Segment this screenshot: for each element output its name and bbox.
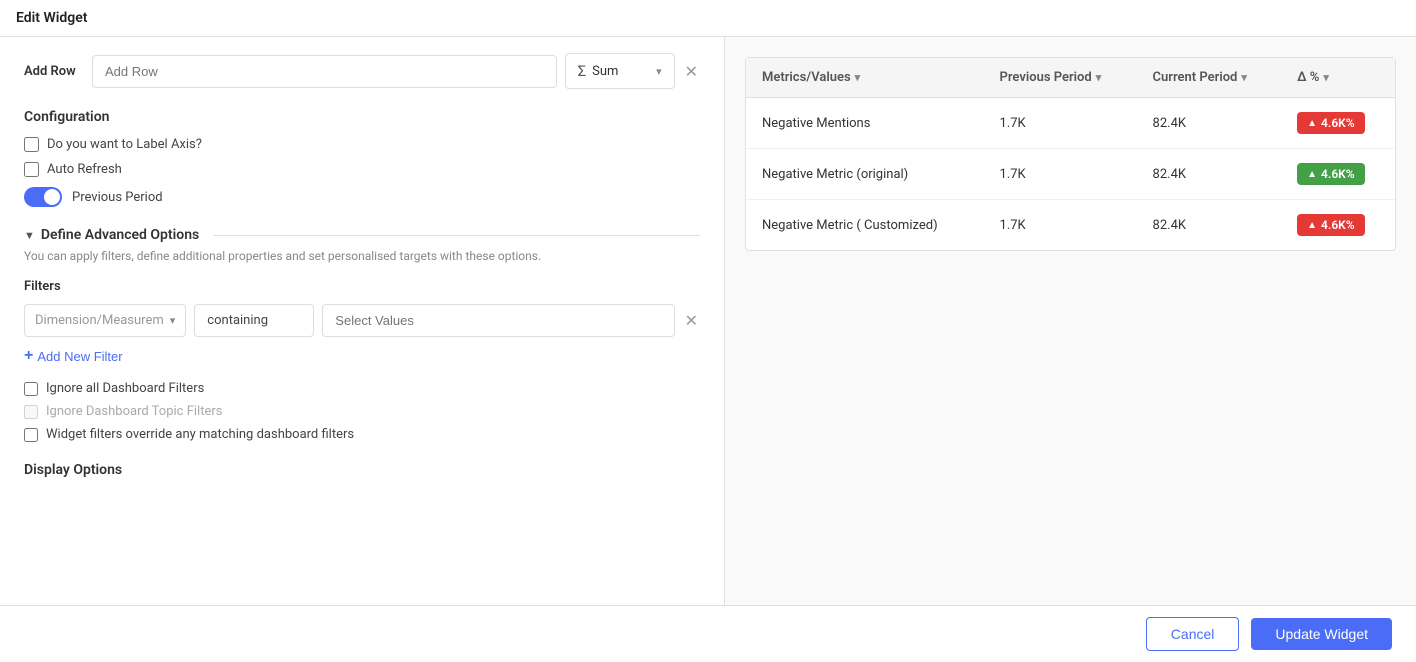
ignore-dashboard-checkbox[interactable] [24,382,38,396]
delta-cell: ▲4.6K% [1281,149,1395,200]
page-title: Edit Widget [0,0,1416,37]
advanced-description: You can apply filters, define additional… [24,249,700,263]
chevron-down-icon[interactable]: ▾ [1241,71,1247,84]
current-cell: 82.4K [1137,149,1282,200]
label-axis-checkbox[interactable] [24,137,39,152]
chevron-down-icon[interactable]: ▾ [1096,71,1102,84]
table-row: Negative Metric (original)1.7K82.4K ▲4.6K… [746,149,1395,200]
configuration-title: Configuration [24,109,700,125]
ignore-topic-label: Ignore Dashboard Topic Filters [46,404,222,419]
display-options-section: Display Options [24,462,700,478]
filter-checkboxes: Ignore all Dashboard Filters Ignore Dash… [24,381,700,442]
plus-icon: + [24,347,33,365]
add-row-input[interactable] [92,55,557,88]
col-current: Current Period ▾ [1137,58,1282,98]
configuration-section: Configuration Do you want to Label Axis?… [24,109,700,207]
add-row-label: Add Row [24,64,84,79]
delta-cell: ▲4.6K% [1281,98,1395,149]
chevron-down-icon: ▾ [170,314,176,327]
dimension-select[interactable]: Dimension/Measurem ▾ [24,304,186,337]
auto-refresh-checkbox[interactable] [24,162,39,177]
col-previous: Previous Period ▾ [984,58,1137,98]
data-table: Metrics/Values ▾ Previous Period ▾ [746,58,1395,250]
current-cell: 82.4K [1137,200,1282,251]
delta-badge: ▲4.6K% [1297,214,1365,236]
arrow-up-icon: ▲ [1307,220,1317,231]
add-new-filter-button[interactable]: + Add New Filter [24,347,123,365]
cancel-button[interactable]: Cancel [1146,617,1240,651]
current-cell: 82.4K [1137,98,1282,149]
filter-row: Dimension/Measurem ▾ containing ✕ [24,304,700,337]
filters-title: Filters [24,279,700,294]
data-table-container: Metrics/Values ▾ Previous Period ▾ [745,57,1396,251]
advanced-title: Define Advanced Options [41,227,199,243]
chevron-down-icon[interactable]: ▾ [1323,71,1329,84]
delta-badge: ▲4.6K% [1297,163,1365,185]
close-icon[interactable]: ✕ [683,60,700,83]
left-panel: Add Row Σ Sum ▾ ✕ Configuration Do you w… [0,37,725,605]
filters-section: Filters Dimension/Measurem ▾ containing … [24,279,700,442]
metric-cell: Negative Mentions [746,98,984,149]
arrow-up-icon: ▲ [1307,169,1317,180]
auto-refresh-label: Auto Refresh [47,162,122,177]
chevron-down-icon: ▼ [24,229,35,242]
col-delta: Δ % ▾ [1281,58,1395,98]
right-panel: Metrics/Values ▾ Previous Period ▾ [725,37,1416,605]
previous-period-toggle[interactable] [24,187,62,207]
table-header-row: Metrics/Values ▾ Previous Period ▾ [746,58,1395,98]
select-values-input[interactable] [322,304,674,337]
ignore-dashboard-label: Ignore all Dashboard Filters [46,381,204,396]
previous-period-label: Previous Period [72,190,163,205]
delta-badge: ▲4.6K% [1297,112,1365,134]
update-widget-button[interactable]: Update Widget [1251,618,1392,650]
table-row: Negative Mentions1.7K82.4K ▲4.6K% [746,98,1395,149]
sum-select[interactable]: Σ Sum ▾ [565,53,675,89]
chevron-down-icon: ▾ [656,65,662,78]
table-row: Negative Metric ( Customized)1.7K82.4K ▲4… [746,200,1395,251]
previous-cell: 1.7K [984,200,1137,251]
arrow-up-icon: ▲ [1307,118,1317,129]
chevron-down-icon[interactable]: ▾ [855,71,861,84]
display-options-title: Display Options [24,462,700,478]
metric-cell: Negative Metric ( Customized) [746,200,984,251]
delta-cell: ▲4.6K% [1281,200,1395,251]
col-metrics: Metrics/Values ▾ [746,58,984,98]
advanced-section: ▼ Define Advanced Options You can apply … [24,227,700,442]
filter-close-icon[interactable]: ✕ [683,309,700,332]
previous-cell: 1.7K [984,98,1137,149]
widget-override-checkbox[interactable] [24,428,38,442]
footer: Cancel Update Widget [0,605,1416,662]
label-axis-label: Do you want to Label Axis? [47,137,202,152]
widget-override-label: Widget filters override any matching das… [46,427,354,442]
previous-cell: 1.7K [984,149,1137,200]
containing-input: containing [194,304,314,337]
metric-cell: Negative Metric (original) [746,149,984,200]
sigma-icon: Σ [578,62,587,80]
ignore-topic-checkbox[interactable] [24,405,38,419]
advanced-header[interactable]: ▼ Define Advanced Options [24,227,700,243]
